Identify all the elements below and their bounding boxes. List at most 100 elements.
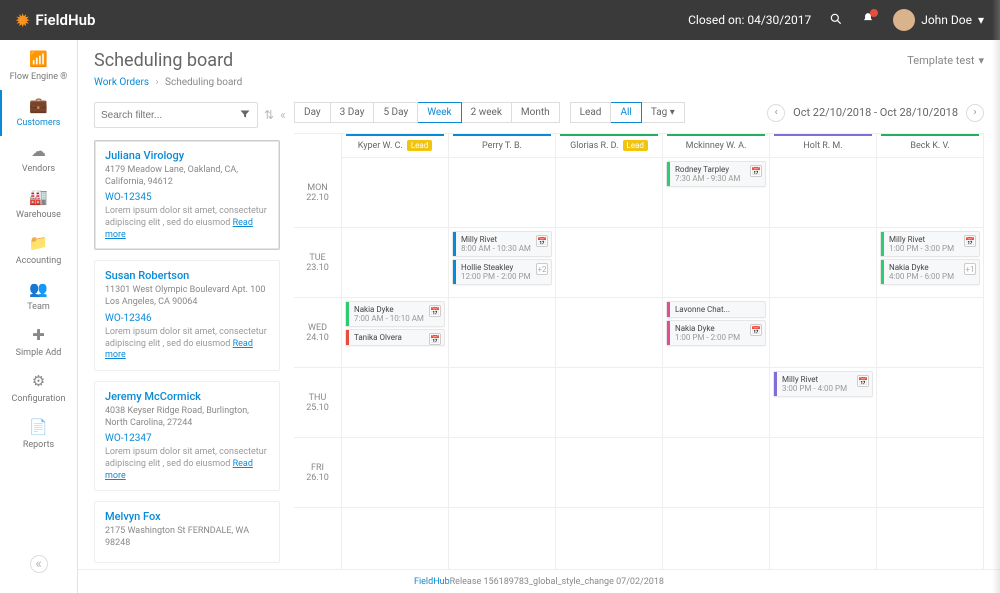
- calendar-cell[interactable]: [770, 438, 876, 508]
- calendar-cell[interactable]: [770, 228, 876, 298]
- calendar-cell[interactable]: [877, 368, 983, 438]
- event-name: Milly Rivet: [778, 375, 868, 384]
- sidebar-item-team[interactable]: 👥Team: [0, 274, 77, 320]
- work-order-link[interactable]: WO-12347: [105, 433, 269, 444]
- calendar-cell[interactable]: [449, 298, 555, 368]
- next-week-button[interactable]: ›: [966, 104, 984, 122]
- filter-icon[interactable]: [239, 108, 251, 123]
- brand-text: FieldHub: [35, 11, 95, 29]
- sidebar-collapse-icon[interactable]: «: [30, 555, 48, 573]
- calendar-cell[interactable]: [556, 298, 662, 368]
- lead-badge: Lead: [407, 140, 432, 151]
- footer-brand[interactable]: FieldHub: [414, 577, 450, 587]
- view-week[interactable]: Week: [418, 102, 461, 123]
- calendar-cell[interactable]: [449, 438, 555, 508]
- calendar-cell[interactable]: Nakia Dyke 7:00 AM - 10:10 AM 📅 Tanika O…: [342, 298, 448, 368]
- event-card[interactable]: Nakia Dyke 4:00 PM - 6:00 PM +1: [880, 259, 980, 285]
- template-selector[interactable]: Template test ▾: [907, 54, 984, 67]
- customer-name: Melvyn Fox: [105, 510, 269, 523]
- read-more-link[interactable]: Read more: [105, 218, 253, 240]
- calendar-icon: 📅: [429, 305, 441, 317]
- calendar-cell[interactable]: [877, 298, 983, 368]
- filter-tag[interactable]: Tag ▾: [642, 102, 685, 123]
- calendar-cell[interactable]: Milly Rivet 1:00 PM - 3:00 PM 📅 Nakia Dy…: [877, 228, 983, 298]
- breadcrumb-link[interactable]: Work Orders: [94, 77, 149, 88]
- prev-week-button[interactable]: ‹: [767, 104, 785, 122]
- read-more-link[interactable]: Read more: [105, 459, 253, 481]
- overflow-badge[interactable]: +2: [536, 263, 548, 275]
- person-header[interactable]: Holt R. M.: [770, 134, 876, 158]
- calendar-cell[interactable]: [556, 228, 662, 298]
- customer-card[interactable]: Juliana Virology 4179 Meadow Lane, Oakla…: [94, 140, 280, 250]
- customer-card[interactable]: Melvyn Fox 2175 Washington St FERNDALE, …: [94, 501, 280, 562]
- user-menu[interactable]: John Doe ▾: [893, 9, 984, 31]
- calendar-cell[interactable]: Milly Rivet 3:00 PM - 4:00 PM 📅: [770, 368, 876, 438]
- work-order-link[interactable]: WO-12346: [105, 313, 269, 324]
- calendar-cell[interactable]: [449, 368, 555, 438]
- sidebar-item-warehouse[interactable]: 🏭Warehouse: [0, 182, 77, 228]
- calendar-cell[interactable]: [663, 438, 769, 508]
- overflow-badge[interactable]: +1: [964, 263, 976, 275]
- calendar-cell[interactable]: Lavonne Chat... Nakia Dyke 1:00 PM - 2:0…: [663, 298, 769, 368]
- event-card[interactable]: Nakia Dyke 7:00 AM - 10:10 AM 📅: [345, 301, 445, 327]
- sidebar-item-customers[interactable]: 💼Customers: [0, 90, 76, 136]
- calendar-cell[interactable]: [770, 158, 876, 228]
- event-card[interactable]: Tanika Olvera 📅: [345, 329, 445, 346]
- event-name: Nakia Dyke: [350, 305, 440, 314]
- view-5day[interactable]: 5 Day: [374, 102, 418, 123]
- footer-release: Release 156189783_global_style_change 07…: [450, 577, 664, 587]
- view-month[interactable]: Month: [512, 102, 560, 123]
- scrollbar[interactable]: [992, 0, 1000, 593]
- calendar-cell[interactable]: [877, 438, 983, 508]
- calendar-cell[interactable]: [663, 228, 769, 298]
- calendar-cell[interactable]: [556, 438, 662, 508]
- view-2week[interactable]: 2 week: [462, 102, 512, 123]
- sidebar-item-vendors[interactable]: ☁Vendors: [0, 136, 77, 182]
- search-input[interactable]: [101, 110, 233, 121]
- sidebar-item-simple-add[interactable]: ✚Simple Add: [0, 320, 77, 366]
- day-label: WED24.10: [294, 298, 341, 368]
- customer-card[interactable]: Jeremy McCormick 4038 Keyser Ridge Road,…: [94, 381, 280, 491]
- event-card[interactable]: Milly Rivet 3:00 PM - 4:00 PM 📅: [773, 371, 873, 397]
- view-day[interactable]: Day: [294, 102, 331, 123]
- calendar-cell[interactable]: [877, 158, 983, 228]
- search-icon[interactable]: [829, 12, 843, 29]
- calendar-cell[interactable]: [342, 228, 448, 298]
- view-3day[interactable]: 3 Day: [331, 102, 375, 123]
- person-header[interactable]: Kyper W. C.Lead: [342, 134, 448, 158]
- calendar-cell[interactable]: [449, 158, 555, 228]
- calendar-cell[interactable]: Rodney Tarpley 7:30 AM - 9:30 AM 📅: [663, 158, 769, 228]
- event-card[interactable]: Hollie Steakley 12:00 PM - 2:00 PM +2: [452, 259, 552, 285]
- filter-all[interactable]: All: [611, 102, 641, 123]
- person-header[interactable]: Glorias R. D.Lead: [556, 134, 662, 158]
- person-header[interactable]: Perry T. B.: [449, 134, 555, 158]
- sort-icon[interactable]: ⇅: [264, 108, 274, 122]
- calendar-cell[interactable]: [663, 368, 769, 438]
- person-header[interactable]: Beck K. V.: [877, 134, 983, 158]
- sidebar-item-flow-engine-[interactable]: 📶Flow Engine ®: [0, 44, 77, 90]
- calendar-cell[interactable]: [556, 368, 662, 438]
- event-card[interactable]: Milly Rivet 1:00 PM - 3:00 PM 📅: [880, 231, 980, 257]
- sidebar-item-configuration[interactable]: ⚙Configuration: [0, 366, 77, 412]
- calendar-cell[interactable]: [342, 158, 448, 228]
- read-more-link[interactable]: Read more: [105, 339, 253, 361]
- sidebar-item-accounting[interactable]: 📁Accounting: [0, 228, 77, 274]
- work-order-link[interactable]: WO-12345: [105, 192, 269, 203]
- logo[interactable]: ✹ FieldHub: [16, 11, 95, 30]
- person-header[interactable]: Mckinney W. A.: [663, 134, 769, 158]
- collapse-left-icon[interactable]: «: [280, 108, 286, 122]
- event-card[interactable]: Lavonne Chat...: [666, 301, 766, 318]
- event-card[interactable]: Rodney Tarpley 7:30 AM - 9:30 AM 📅: [666, 161, 766, 187]
- search-input-box[interactable]: [94, 102, 258, 128]
- calendar-cell[interactable]: [342, 438, 448, 508]
- notifications-icon[interactable]: [861, 12, 875, 29]
- calendar-cell[interactable]: [342, 368, 448, 438]
- event-card[interactable]: Nakia Dyke 1:00 PM - 2:00 PM 📅: [666, 320, 766, 346]
- customer-card[interactable]: Susan Robertson 11301 West Olympic Boule…: [94, 260, 280, 370]
- event-card[interactable]: Milly Rivet 8:00 AM - 10:30 AM 📅: [452, 231, 552, 257]
- filter-lead[interactable]: Lead: [570, 102, 612, 123]
- sidebar-item-reports[interactable]: 📄Reports: [0, 412, 77, 458]
- calendar-cell[interactable]: [556, 158, 662, 228]
- calendar-cell[interactable]: [770, 298, 876, 368]
- calendar-cell[interactable]: Milly Rivet 8:00 AM - 10:30 AM 📅 Hollie …: [449, 228, 555, 298]
